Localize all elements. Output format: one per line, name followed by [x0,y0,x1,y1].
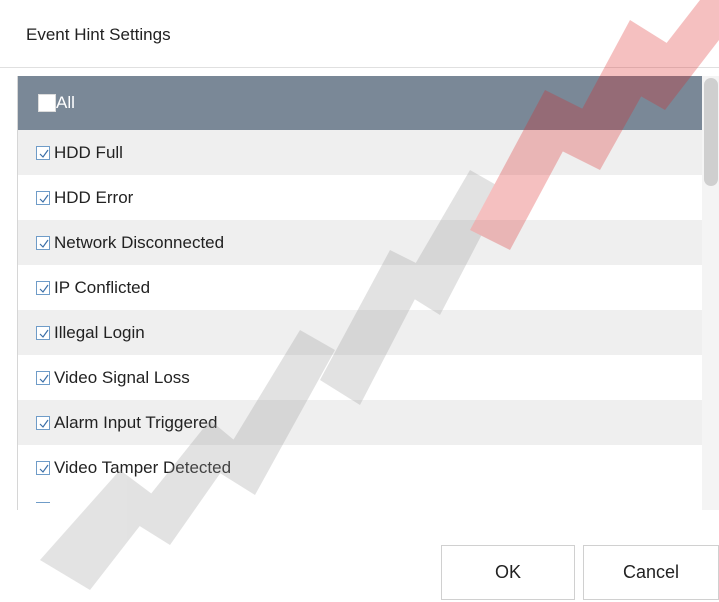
list-item-label: Illegal Login [54,323,145,342]
checkbox-video-tamper-detected[interactable] [36,461,50,475]
select-all-checkbox[interactable] [38,94,56,112]
check-icon [39,149,49,158]
list-item-label: Alarm Input Triggered [54,413,218,432]
cancel-button[interactable]: Cancel [583,545,719,600]
list-item[interactable]: HDD Error [18,175,702,220]
partial-checkbox [36,502,50,510]
check-icon [39,239,49,248]
list-item-label: HDD Error [54,188,134,207]
select-all-row[interactable]: All [18,76,702,130]
scrollbar-thumb[interactable] [704,78,718,186]
check-icon [39,284,49,293]
list-item-label: Video Tamper Detected [54,458,232,477]
checkbox-network-disconnected[interactable] [36,236,50,250]
list-item[interactable]: Illegal Login [18,310,702,355]
list-item[interactable]: Video Tamper Detected [18,445,702,490]
dialog-title: Event Hint Settings [26,25,171,44]
list-scrollbar[interactable] [702,76,719,510]
dialog-title-bar: Event Hint Settings [0,0,719,68]
select-all-label: All [56,93,75,112]
check-icon [39,419,49,428]
checkbox-hdd-full[interactable] [36,146,50,160]
list-item-label: HDD Full [54,143,123,162]
list-item-label: IP Conflicted [54,278,151,297]
checkbox-ip-conflicted[interactable] [36,281,50,295]
event-list-panel: All HDD Full HDD Error Network Disconnec… [17,76,719,510]
checkbox-illegal-login[interactable] [36,326,50,340]
checkbox-alarm-input-triggered[interactable] [36,416,50,430]
list-item-label: Network Disconnected [54,233,225,252]
ok-button[interactable]: OK [441,545,575,600]
list-item-label: Video Signal Loss [54,368,190,387]
list-item[interactable]: Network Disconnected [18,220,702,265]
list-item[interactable]: HDD Full [18,130,702,175]
event-hint-settings-dialog: Event Hint Settings All HDD Full HDD Err… [0,0,719,602]
checkbox-video-signal-loss[interactable] [36,371,50,385]
list-item[interactable]: IP Conflicted [18,265,702,310]
checkbox-hdd-error[interactable] [36,191,50,205]
check-icon [39,464,49,473]
check-icon [39,374,49,383]
check-icon [39,194,49,203]
list-item[interactable]: Alarm Input Triggered [18,400,702,445]
list-item[interactable]: Video Signal Loss [18,355,702,400]
check-icon [39,329,49,338]
